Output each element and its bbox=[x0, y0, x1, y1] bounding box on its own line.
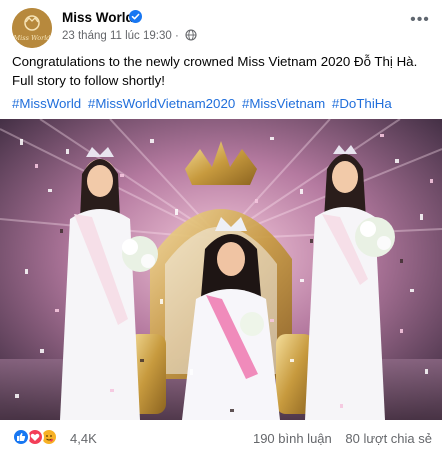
miss-world-logo: Miss World bbox=[12, 8, 52, 48]
coronation-image bbox=[0, 119, 442, 420]
share-count[interactable]: 80 lượt chia sẻ bbox=[345, 431, 432, 446]
verified-badge-icon bbox=[129, 10, 142, 23]
like-icon bbox=[12, 428, 30, 446]
more-options-button[interactable]: ••• bbox=[408, 12, 432, 33]
svg-text:Miss World: Miss World bbox=[13, 34, 51, 42]
hashtag-link[interactable]: #MissWorldVietnam2020 bbox=[88, 96, 235, 111]
post-caption: Congratulations to the newly crowned Mis… bbox=[12, 52, 432, 90]
facebook-post: Miss World Miss World 23 tháng 11 lúc 19… bbox=[0, 0, 442, 456]
post-meta: 23 tháng 11 lúc 19:30 · bbox=[62, 29, 197, 42]
post-timestamp[interactable]: 23 tháng 11 lúc 19:30 bbox=[62, 30, 172, 42]
post-footer: 4,4K 190 bình luận 80 lượt chia sẻ bbox=[12, 424, 432, 452]
hashtag-list: #MissWorld #MissWorldVietnam2020 #MissVi… bbox=[12, 94, 437, 113]
caption-line: Congratulations to the newly crowned Mis… bbox=[12, 54, 418, 69]
post-header: Miss World Miss World 23 tháng 11 lúc 19… bbox=[12, 7, 432, 48]
page-avatar[interactable]: Miss World bbox=[12, 8, 52, 48]
page-name[interactable]: Miss World bbox=[62, 10, 134, 25]
hashtag-link[interactable]: #DoThiHa bbox=[332, 96, 392, 111]
comment-count[interactable]: 190 bình luận bbox=[253, 431, 332, 446]
globe-icon[interactable] bbox=[185, 29, 197, 41]
engagement-stats: 190 bình luận 80 lượt chia sẻ bbox=[253, 431, 432, 446]
hashtag-link[interactable]: #MissWorld bbox=[12, 96, 81, 111]
separator: · bbox=[174, 30, 183, 42]
post-photo[interactable] bbox=[0, 119, 442, 420]
hashtag-link[interactable]: #MissVietnam bbox=[242, 96, 325, 111]
caption-line: Full story to follow shortly! bbox=[12, 73, 165, 88]
reaction-count[interactable]: 4,4K bbox=[70, 431, 97, 446]
